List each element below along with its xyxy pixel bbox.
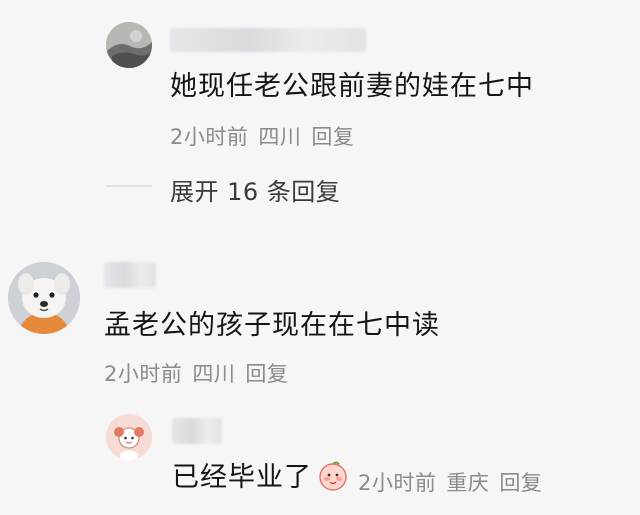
comment-text: 孟老公的孩子现在在七中读 (104, 310, 440, 341)
dog-avatar-icon (8, 262, 80, 334)
comment-meta: 2小时前 四川 回复 (104, 358, 298, 388)
reply-button[interactable]: 回复 (311, 125, 354, 149)
comment-location: 四川 (258, 125, 302, 149)
divider (106, 185, 152, 187)
comment-time: 2小时前 (170, 125, 249, 149)
avatar[interactable] (106, 22, 152, 68)
comment-time: 2小时前 (104, 362, 183, 386)
avatar[interactable] (8, 262, 80, 334)
reply-location: 重庆 (446, 471, 490, 495)
reply-button[interactable]: 回复 (499, 471, 542, 495)
reply-meta: 2小时前 重庆 回复 (358, 467, 552, 497)
avatar[interactable] (106, 414, 152, 460)
peach-emoji-icon (317, 460, 349, 492)
comment-location: 四川 (192, 362, 236, 386)
comment-text: 她现任老公跟前妻的娃在七中 (170, 71, 534, 102)
reply-button[interactable]: 回复 (245, 362, 288, 386)
reply-time: 2小时前 (358, 471, 437, 495)
comment-meta: 2小时前 四川 回复 (170, 121, 364, 151)
username-blurred[interactable] (170, 28, 366, 52)
cartoon-girl-avatar-icon (106, 414, 152, 460)
username-blurred[interactable] (104, 262, 156, 288)
reply-text: 已经毕业了 (172, 462, 312, 493)
username-blurred[interactable] (172, 418, 222, 444)
expand-replies-button[interactable]: 展开 16 条回复 (170, 172, 340, 207)
rock-avatar-icon (106, 22, 152, 68)
